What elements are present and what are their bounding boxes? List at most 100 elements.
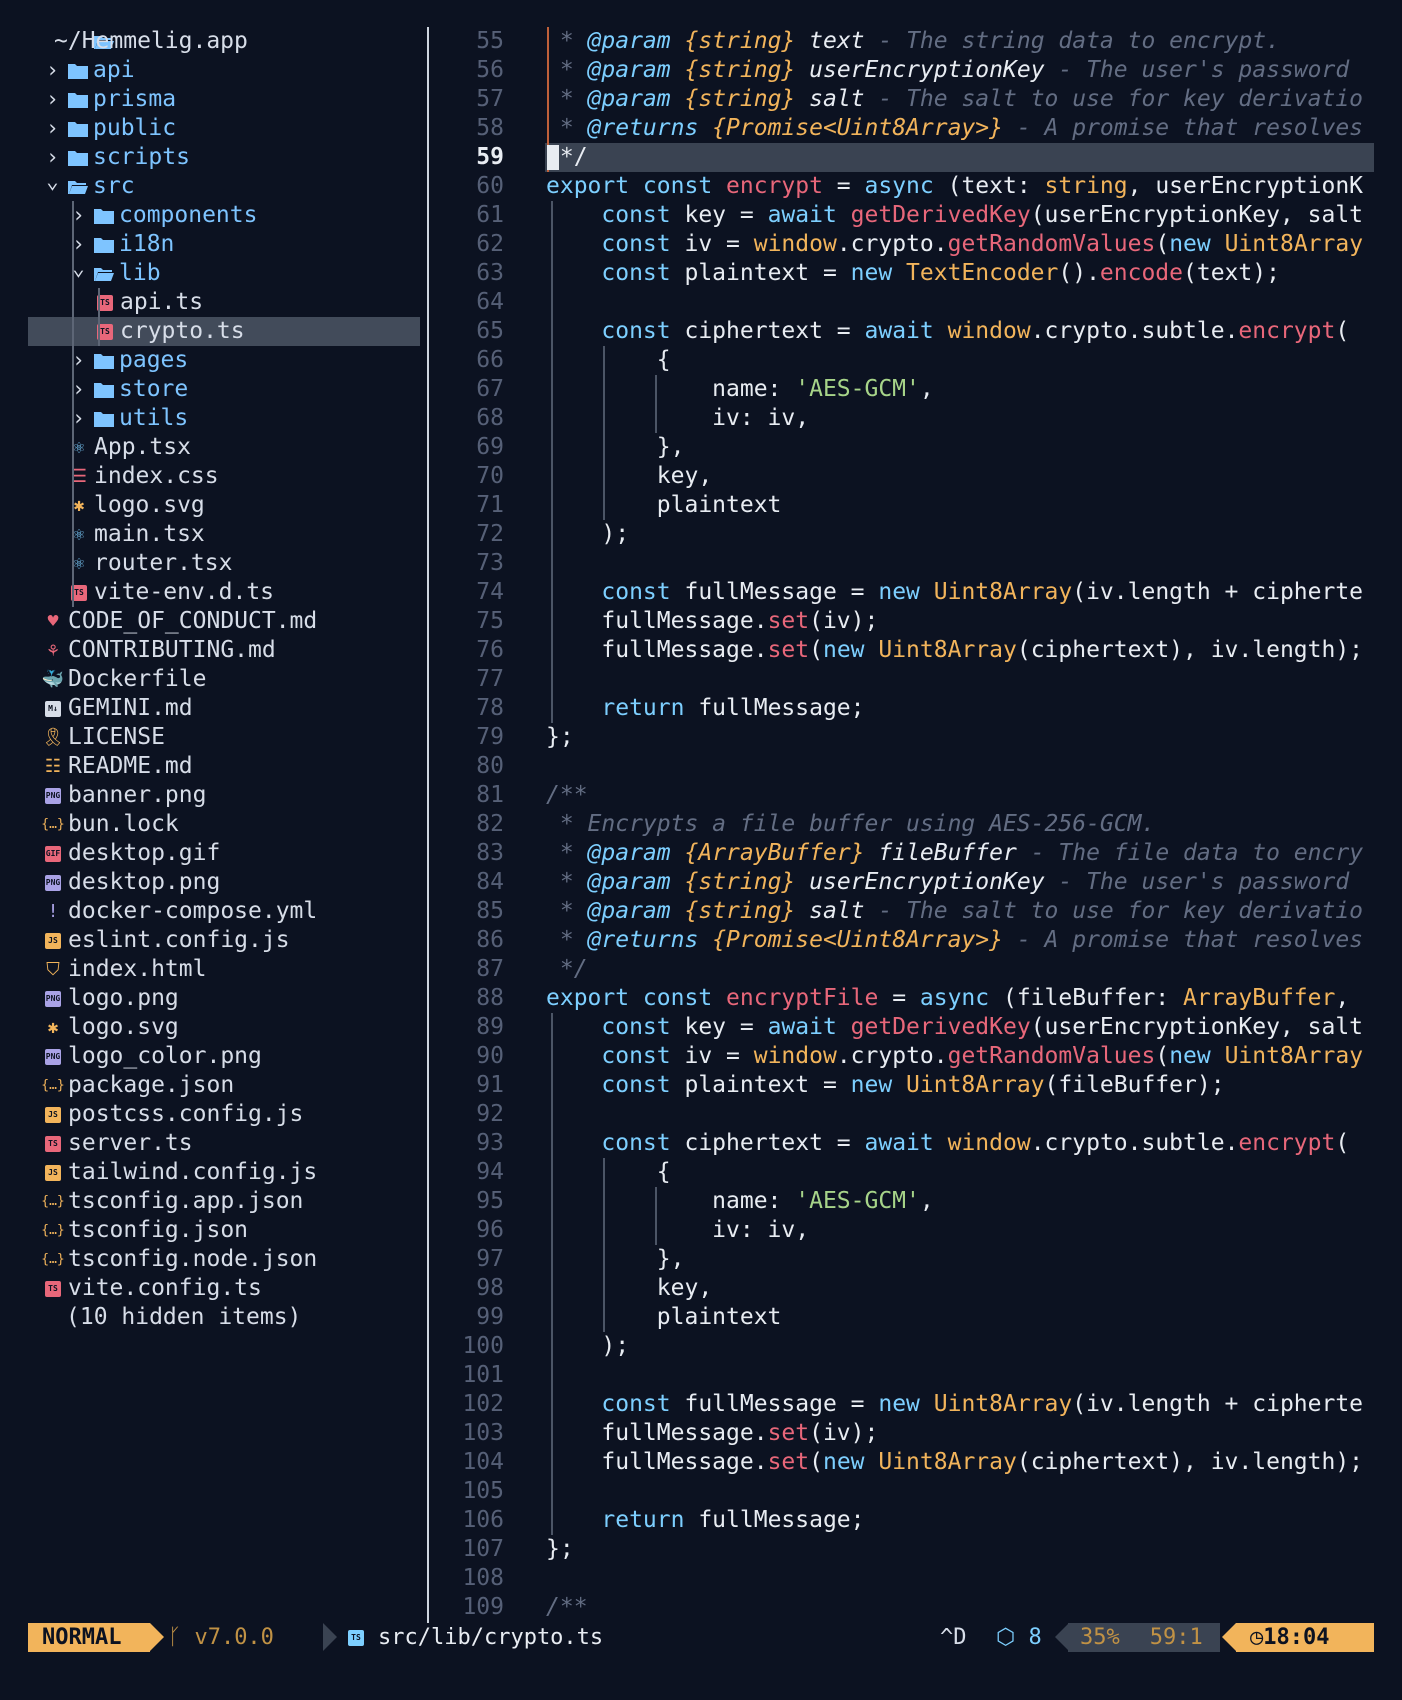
code-line[interactable]: 92 <box>430 1100 1374 1129</box>
code-line[interactable]: 60 export const encrypt = async (text: st… <box>430 172 1374 201</box>
tree-file[interactable]: TS vite.config.ts <box>28 1274 420 1303</box>
tree-file[interactable]: PNG logo_color.png <box>28 1042 420 1071</box>
tree-file[interactable]: PNG logo.png <box>28 984 420 1013</box>
code-line[interactable]: 96 iv: iv, <box>430 1216 1374 1245</box>
tree-folder[interactable]: › pages <box>28 346 420 375</box>
tree-file[interactable]: JS eslint.config.js <box>28 926 420 955</box>
tree-file[interactable]: ⛉ index.html <box>28 955 420 984</box>
tree-folder[interactable]: › utils <box>28 404 420 433</box>
code-line[interactable]: 66 { <box>430 346 1374 375</box>
code-line[interactable]: 74 const fullMessage = new Uint8Array(iv… <box>430 578 1374 607</box>
tree-file[interactable]: TS vite-env.d.ts <box>28 578 420 607</box>
chevron-right-icon[interactable]: › <box>40 114 65 143</box>
chevron-right-icon[interactable]: › <box>40 56 65 85</box>
code-line[interactable]: 55 * @param {string} text - The string d… <box>430 27 1374 56</box>
code-line[interactable]: 73 <box>430 549 1374 578</box>
code-line[interactable]: 100 ); <box>430 1332 1374 1361</box>
code-line[interactable]: 77 <box>430 665 1374 694</box>
tree-folder[interactable]: ⌄ src <box>28 169 420 201</box>
code-line[interactable]: 68 iv: iv, <box>430 404 1374 433</box>
tree-file[interactable]: ☷ README.md <box>28 752 420 781</box>
code-line[interactable]: 107}; <box>430 1535 1374 1564</box>
code-line[interactable]: 63 const plaintext = new TextEncoder().e… <box>430 259 1374 288</box>
code-line[interactable]: 65 const ciphertext = await window.crypt… <box>430 317 1374 346</box>
tree-file[interactable]: {…} tsconfig.json <box>28 1216 420 1245</box>
code-line[interactable]: 70 key, <box>430 462 1374 491</box>
code-line[interactable]: 105 <box>430 1477 1374 1506</box>
code-line[interactable]: 72 ); <box>430 520 1374 549</box>
code-line[interactable]: 98 key, <box>430 1274 1374 1303</box>
code-line[interactable]: 76 fullMessage.set(new Uint8Array(cipher… <box>430 636 1374 665</box>
code-line[interactable]: 89 const key = await getDerivedKey(userE… <box>430 1013 1374 1042</box>
code-line[interactable]: 106 return fullMessage; <box>430 1506 1374 1535</box>
code-line[interactable]: 109 /** <box>430 1593 1374 1622</box>
tree-folder[interactable]: ⌄ lib <box>28 256 420 288</box>
chevron-right-icon[interactable]: › <box>66 375 91 404</box>
code-line[interactable]: 75 fullMessage.set(iv); <box>430 607 1374 636</box>
code-line[interactable]: 108 <box>430 1564 1374 1593</box>
tree-folder[interactable]: › scripts <box>28 143 420 172</box>
tree-file[interactable]: {…} package.json <box>28 1071 420 1100</box>
code-line[interactable]: 86 * @returns {Promise<Uint8Array>} - A … <box>430 926 1374 955</box>
tree-file[interactable]: TS crypto.ts <box>28 317 420 346</box>
tree-file[interactable]: TS server.ts <box>28 1129 420 1158</box>
tree-file[interactable]: JS postcss.config.js <box>28 1100 420 1129</box>
code-line[interactable]: 93 const ciphertext = await window.crypt… <box>430 1129 1374 1158</box>
code-line[interactable]: 61 const key = await getDerivedKey(userE… <box>430 201 1374 230</box>
tree-file[interactable]: ⚛ router.tsx <box>28 549 420 578</box>
code-line[interactable]: 81 /** <box>430 781 1374 810</box>
tree-file[interactable]: ☰ index.css <box>28 462 420 491</box>
tree-file[interactable]: ⚛ App.tsx <box>28 433 420 462</box>
code-line[interactable]: 85 * @param {string} salt - The salt to … <box>430 897 1374 926</box>
code-line[interactable]: 64 <box>430 288 1374 317</box>
tree-file[interactable]: JS tailwind.config.js <box>28 1158 420 1187</box>
tree-folder[interactable]: › public <box>28 114 420 143</box>
tree-folder[interactable]: › store <box>28 375 420 404</box>
chevron-right-icon[interactable]: › <box>66 404 91 433</box>
code-line[interactable]: 82 * Encrypts a file buffer using AES-25… <box>430 810 1374 839</box>
tree-file[interactable]: TS api.ts <box>28 288 420 317</box>
window-separator[interactable] <box>427 27 429 1623</box>
code-line[interactable]: 80 <box>430 752 1374 781</box>
tree-folder[interactable]: › components <box>28 201 420 230</box>
tree-folder[interactable]: › prisma <box>28 85 420 114</box>
tree-file[interactable]: GIF desktop.gif <box>28 839 420 868</box>
code-line[interactable]: 84 * @param {string} userEncryptionKey -… <box>430 868 1374 897</box>
tree-file[interactable]: {…} bun.lock <box>28 810 420 839</box>
chevron-right-icon[interactable]: › <box>66 346 91 375</box>
tree-file[interactable]: ✱ logo.svg <box>28 491 420 520</box>
tree-file[interactable]: ✱ logo.svg <box>28 1013 420 1042</box>
code-line[interactable]: 90 const iv = window.crypto.getRandomVal… <box>430 1042 1374 1071</box>
tree-file[interactable]: {…} tsconfig.node.json <box>28 1245 420 1274</box>
code-line[interactable]: 88 export const encryptFile = async (file… <box>430 984 1374 1013</box>
code-line[interactable]: 57 * @param {string} salt - The salt to … <box>430 85 1374 114</box>
tree-file[interactable]: 🐳 Dockerfile <box>28 665 420 694</box>
code-line[interactable]: 59 */ <box>430 143 1374 172</box>
code-line[interactable]: 78 return fullMessage; <box>430 694 1374 723</box>
code-line[interactable]: 62 const iv = window.crypto.getRandomVal… <box>430 230 1374 259</box>
code-line[interactable]: 79}; <box>430 723 1374 752</box>
code-line[interactable]: 87 */ <box>430 955 1374 984</box>
tree-file[interactable]: ⚘ CONTRIBUTING.md <box>28 636 420 665</box>
code-line[interactable]: 102 const fullMessage = new Uint8Array(i… <box>430 1390 1374 1419</box>
code-line[interactable]: 101 <box>430 1361 1374 1390</box>
code-editor[interactable]: 55 * @param {string} text - The string d… <box>430 27 1374 1623</box>
tree-file[interactable]: ♥ CODE_OF_CONDUCT.md <box>28 607 420 636</box>
chevron-right-icon[interactable]: › <box>66 201 91 230</box>
chevron-down-icon[interactable]: ⌄ <box>66 254 91 283</box>
chevron-right-icon[interactable]: › <box>40 85 65 114</box>
code-line[interactable]: 67 name: 'AES-GCM', <box>430 375 1374 404</box>
tree-folder[interactable]: › api <box>28 56 420 85</box>
tree-file[interactable]: PNG banner.png <box>28 781 420 810</box>
code-line[interactable]: 104 fullMessage.set(new Uint8Array(ciphe… <box>430 1448 1374 1477</box>
code-line[interactable]: 103 fullMessage.set(iv); <box>430 1419 1374 1448</box>
tree-file[interactable]: ⚛ main.tsx <box>28 520 420 549</box>
tree-file[interactable]: PNG desktop.png <box>28 868 420 897</box>
code-line[interactable]: 69 }, <box>430 433 1374 462</box>
tree-root[interactable]: ~/Hemmelig.app <box>28 27 420 56</box>
tree-file[interactable]: ! docker-compose.yml <box>28 897 420 926</box>
tree-file[interactable]: 🎗 LICENSE <box>28 723 420 752</box>
code-line[interactable]: 58 * @returns {Promise<Uint8Array>} - A … <box>430 114 1374 143</box>
tree-file[interactable]: M↓ GEMINI.md <box>28 694 420 723</box>
code-line[interactable]: 83 * @param {ArrayBuffer} fileBuffer - T… <box>430 839 1374 868</box>
